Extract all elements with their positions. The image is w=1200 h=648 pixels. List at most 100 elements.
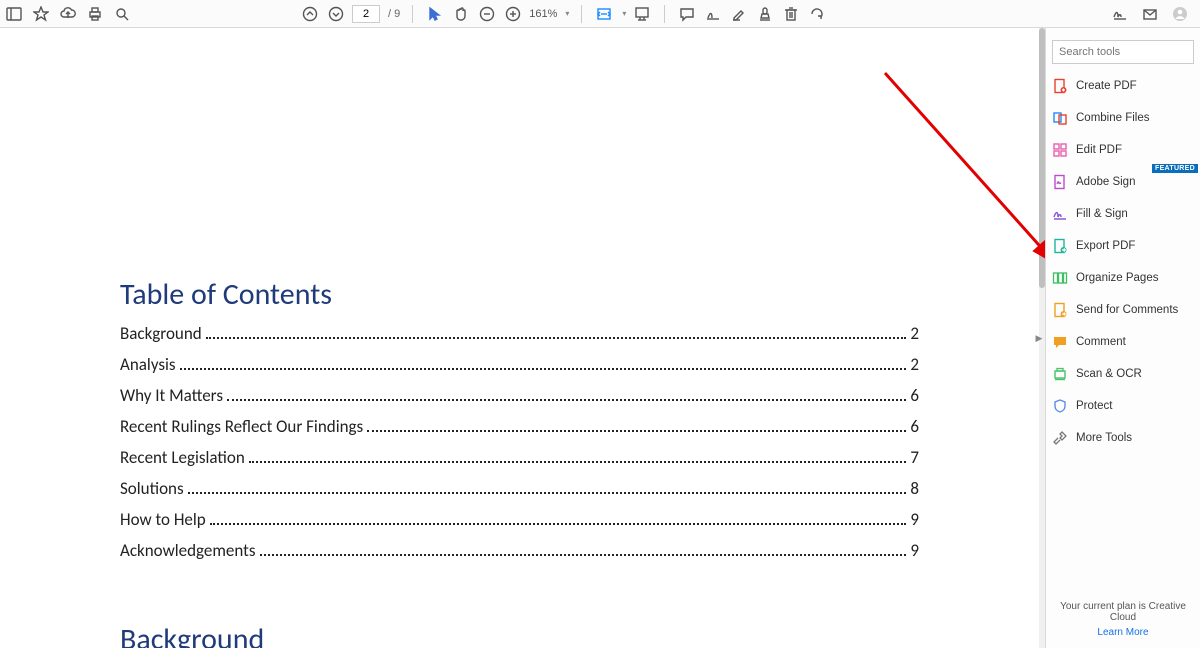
tool-send-for-comments[interactable]: Send for Comments (1052, 300, 1194, 320)
toc-entry[interactable]: Acknowledgements 9 (120, 540, 919, 561)
toc-entry[interactable]: Analysis 2 (120, 354, 919, 375)
page-down-icon[interactable] (326, 4, 346, 24)
comment-icon[interactable] (677, 4, 697, 24)
toc-entry-label: How to Help (120, 509, 206, 530)
section-heading-background: Background (120, 621, 919, 648)
toc-entry[interactable]: Recent Legislation7 (120, 447, 919, 468)
document-scroll[interactable]: Table of Contents Background2Analysis2Wh… (0, 28, 1039, 648)
toc-entry-label: Solutions (120, 478, 184, 499)
cloud-upload-icon[interactable] (58, 4, 78, 24)
create-pdf-icon (1052, 78, 1068, 94)
toc-entry[interactable]: Background2 (120, 323, 919, 344)
toc-title: Table of Contents (120, 276, 919, 313)
page-up-icon[interactable] (300, 4, 320, 24)
tool-protect[interactable]: Protect (1052, 396, 1194, 416)
tool-label: Combine Files (1076, 112, 1150, 124)
selection-tool-icon[interactable] (425, 4, 445, 24)
tool-comment[interactable]: Comment (1052, 332, 1194, 352)
toc-entry-page: 2 (910, 323, 919, 344)
toc-leader-dots (180, 368, 907, 370)
sign-icon[interactable] (703, 4, 723, 24)
export-pdf-icon (1052, 238, 1068, 254)
main-area: Table of Contents Background2Analysis2Wh… (0, 28, 1200, 648)
tool-edit-pdf[interactable]: Edit PDF (1052, 140, 1194, 160)
toc-leader-dots (206, 337, 907, 339)
tool-create-pdf[interactable]: Create PDF (1052, 76, 1194, 96)
adobe-sign-icon (1052, 174, 1068, 190)
protect-icon (1052, 398, 1068, 414)
top-toolbar: / 9 161% ▾ ▾ (0, 0, 1200, 28)
sidebar-toggle-icon[interactable] (4, 4, 24, 24)
find-icon[interactable] (112, 4, 132, 24)
tool-label: Export PDF (1076, 240, 1135, 252)
tool-combine-files[interactable]: Combine Files (1052, 108, 1194, 128)
more-tools-icon (1052, 430, 1068, 446)
tool-export-pdf[interactable]: Export PDF (1052, 236, 1194, 256)
toc-leader-dots (210, 523, 907, 525)
toc-entry[interactable]: How to Help 9 (120, 509, 919, 530)
tool-organize-pages[interactable]: Organize Pages (1052, 268, 1194, 288)
fit-dropdown-caret[interactable]: ▾ (622, 9, 626, 18)
tool-label: Organize Pages (1076, 272, 1158, 284)
toc-entry-page: 9 (910, 509, 919, 530)
toc-entry-label: Analysis (120, 354, 176, 375)
sidebar-collapse-handle[interactable]: ▶ (1035, 323, 1043, 353)
edit-pdf-icon (1052, 142, 1068, 158)
toc-entry-label: Recent Rulings Reflect Our Findings (120, 416, 363, 437)
page-total-label: / 9 (388, 8, 400, 20)
toc-leader-dots (188, 492, 907, 494)
toc-entry-page: 9 (910, 540, 919, 561)
send-for-comments-icon (1052, 302, 1068, 318)
tool-label: Send for Comments (1076, 304, 1178, 316)
zoom-level[interactable]: 161% (529, 8, 557, 20)
toc-leader-dots (249, 461, 907, 463)
toc-entry[interactable]: Recent Rulings Reflect Our Findings 6 (120, 416, 919, 437)
scan-ocr-icon (1052, 366, 1068, 382)
tool-label: More Tools (1076, 432, 1132, 444)
zoom-out-icon[interactable] (477, 4, 497, 24)
organize-pages-icon (1052, 270, 1068, 286)
star-icon[interactable] (31, 4, 51, 24)
toc-entry-label: Recent Legislation (120, 447, 245, 468)
toc-entry[interactable]: Why It Matters6 (120, 385, 919, 406)
toc-entry-label: Why It Matters (120, 385, 223, 406)
tool-label: Scan & OCR (1076, 368, 1142, 380)
account-icon[interactable] (1170, 4, 1190, 24)
learn-more-link[interactable]: Learn More (1052, 627, 1194, 638)
sidebar-footer: Your current plan is Creative Cloud Lear… (1052, 601, 1194, 642)
toc-leader-dots (260, 554, 907, 556)
delete-icon[interactable] (781, 4, 801, 24)
tool-label: Create PDF (1076, 80, 1137, 92)
plan-text: Your current plan is Creative Cloud (1060, 601, 1186, 623)
zoom-dropdown-caret[interactable]: ▾ (565, 9, 569, 18)
tool-adobe-sign[interactable]: Adobe SignFEATURED (1052, 172, 1194, 192)
comment-icon (1052, 334, 1068, 350)
tool-label: Comment (1076, 336, 1126, 348)
print-icon[interactable] (85, 4, 105, 24)
stamp-icon[interactable] (755, 4, 775, 24)
tool-label: Fill & Sign (1076, 208, 1128, 220)
tool-scan-ocr[interactable]: Scan & OCR (1052, 364, 1194, 384)
share-mail-icon[interactable] (1140, 4, 1160, 24)
highlight-icon[interactable] (729, 4, 749, 24)
tool-fill-sign[interactable]: Fill & Sign (1052, 204, 1194, 224)
toc-entry-page: 8 (910, 478, 919, 499)
toc-leader-dots (367, 430, 906, 432)
quick-sign-icon[interactable] (1110, 4, 1130, 24)
read-mode-icon[interactable] (632, 4, 652, 24)
pdf-page: Table of Contents Background2Analysis2Wh… (0, 28, 1039, 648)
fit-width-icon[interactable] (594, 4, 614, 24)
search-tools-input[interactable] (1052, 40, 1194, 64)
hand-tool-icon[interactable] (451, 4, 471, 24)
zoom-in-icon[interactable] (503, 4, 523, 24)
toc-entry[interactable]: Solutions 8 (120, 478, 919, 499)
tool-label: Edit PDF (1076, 144, 1122, 156)
rotate-icon[interactable] (807, 4, 827, 24)
toc-entry-label: Acknowledgements (120, 540, 256, 561)
document-viewport: Table of Contents Background2Analysis2Wh… (0, 28, 1045, 648)
toc-entry-page: 6 (910, 416, 919, 437)
tool-more-tools[interactable]: More Tools (1052, 428, 1194, 448)
toc-entry-page: 2 (910, 354, 919, 375)
page-number-input[interactable] (352, 5, 380, 23)
fill-sign-icon (1052, 206, 1068, 222)
